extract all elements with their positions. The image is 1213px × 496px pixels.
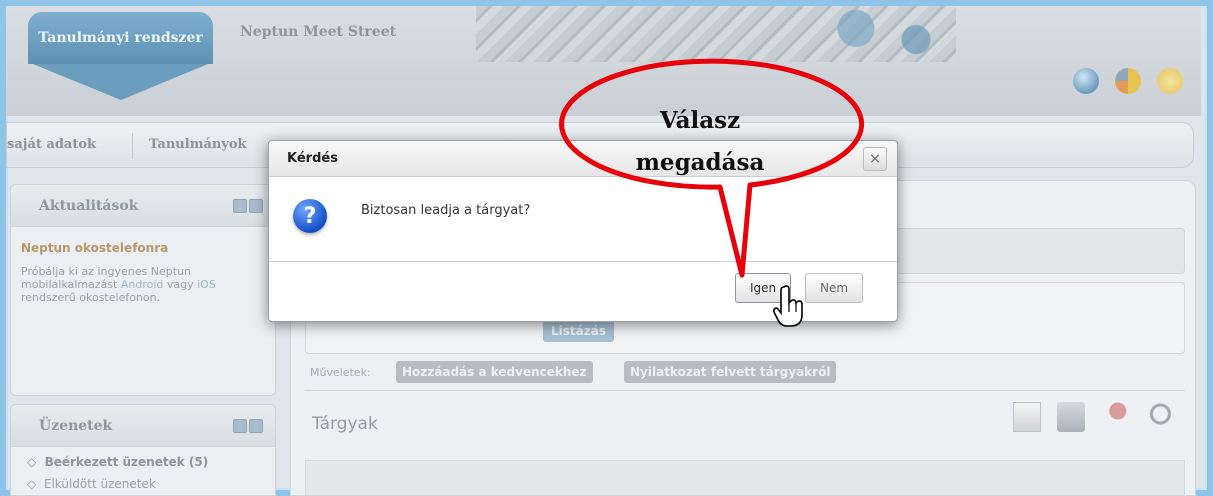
android-link[interactable]: Android (121, 278, 164, 291)
ios-link[interactable]: iOS (197, 278, 216, 291)
no-button[interactable]: Nem (805, 273, 864, 303)
close-icon[interactable] (249, 418, 263, 433)
messages-panel-title: Üzenetek (39, 417, 113, 434)
news-panel-controls (233, 198, 263, 213)
close-icon[interactable] (249, 198, 263, 213)
section-divider (305, 390, 1185, 391)
news-text-part2: vagy (163, 278, 198, 291)
dialog-title: Kérdés (287, 151, 338, 166)
question-icon: ? (293, 199, 327, 233)
search-icon[interactable] (1145, 402, 1173, 432)
tab-neptun-meet-street[interactable]: Neptun Meet Street (240, 24, 396, 40)
menu-divider (132, 133, 133, 159)
news-item-title[interactable]: Neptun okostelefonra (11, 227, 275, 255)
menu-item-sajat-adatok[interactable]: saját adatok (7, 137, 96, 152)
news-item-text: Próbálja ki az ingyenes Neptun mobilalka… (11, 255, 275, 304)
tab-tanulmanyi-rendszer[interactable]: Tanulmányi rendszer (28, 12, 213, 64)
export-icon[interactable] (1013, 402, 1041, 432)
news-text-part3: rendszerű okostelefonon. (21, 291, 161, 304)
pin-icon[interactable] (1101, 402, 1129, 432)
close-button[interactable]: × (863, 147, 887, 171)
messages-panel-header: Üzenetek (11, 405, 275, 447)
dialog-message: Biztosan leadja a tárgyat? (361, 203, 531, 218)
print-icon[interactable] (1057, 402, 1085, 432)
header-artwork (776, 6, 976, 62)
add-to-favorites-button[interactable]: Hozzáadás a kedvencekhez (396, 361, 593, 383)
inbox-link[interactable]: ◇ Beérkezett üzenetek (5) (11, 447, 275, 469)
callout-line1: Válasz (659, 107, 741, 134)
operations-label: Műveletek: (310, 366, 371, 379)
menu-item-tanulmanyok[interactable]: Tanulmányok (149, 137, 247, 152)
declaration-button[interactable]: Nyilatkozat felvett tárgyakról (624, 361, 837, 383)
active-tab-pointer (28, 62, 213, 100)
list-button[interactable]: Listázás (543, 320, 614, 342)
section-title: Tárgyak (312, 414, 378, 434)
messages-panel: Üzenetek ◇ Beérkezett üzenetek (5) ◇ Elk… (10, 404, 276, 496)
hand-cursor-icon (773, 285, 803, 327)
callout-line2: megadása (635, 149, 765, 176)
globe-icon[interactable] (1073, 68, 1099, 94)
news-panel-header: Aktualitások (11, 185, 275, 227)
news-panel: Aktualitások Neptun okostelefonra Próbál… (10, 184, 276, 396)
inbox-label: Beérkezett üzenetek (5) (44, 455, 209, 469)
dialog-divider (269, 261, 897, 262)
pie-chart-icon[interactable] (1115, 68, 1141, 94)
news-panel-title: Aktualitások (39, 197, 139, 214)
smiley-icon[interactable] (1157, 68, 1183, 94)
refresh-icon[interactable] (233, 198, 247, 213)
table-header (305, 460, 1185, 496)
table-tools (1013, 402, 1173, 432)
messages-panel-controls (233, 418, 263, 433)
callout-text: Válasz megadása (590, 100, 810, 184)
sent-label: Elküldött üzenetek (43, 477, 156, 491)
refresh-icon[interactable] (233, 418, 247, 433)
sent-link[interactable]: ◇ Elküldött üzenetek (11, 469, 275, 491)
top-icon-group (1073, 68, 1183, 94)
